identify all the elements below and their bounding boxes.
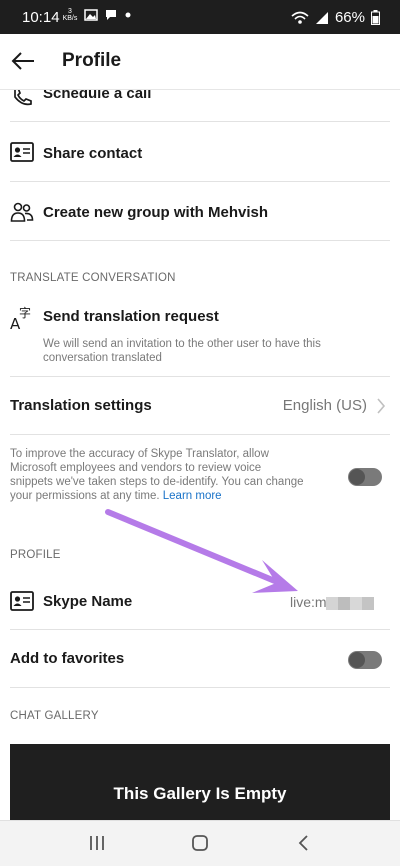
- schedule-call-label: Schedule a call: [43, 90, 152, 102]
- back-arrow-icon[interactable]: [10, 48, 36, 74]
- back-nav-icon[interactable]: [296, 833, 310, 853]
- favorites-toggle[interactable]: [348, 651, 382, 669]
- image-icon: [84, 9, 98, 21]
- home-icon[interactable]: [191, 833, 209, 853]
- network-speed: 3 KB/s: [62, 8, 78, 22]
- app-bar: Profile: [0, 34, 400, 90]
- skype-name-value: live:m: [290, 594, 327, 610]
- send-translation-description: We will send an invitation to the other …: [43, 338, 321, 364]
- section-header-translate: TRANSLATE CONVERSATION: [10, 272, 176, 284]
- chat-icon: [106, 10, 116, 20]
- contact-card-icon: [10, 591, 34, 611]
- redacted-block: [326, 597, 374, 610]
- skype-name-row[interactable]: Skype Name live:m: [10, 571, 390, 630]
- translation-language-value: English (US): [282, 397, 367, 414]
- add-favorites-label: Add to favorites: [10, 650, 125, 667]
- translate-icon: A字: [10, 305, 31, 331]
- share-contact-row[interactable]: Share contact: [10, 123, 390, 182]
- send-translation-row[interactable]: A字 Send translation request We will send…: [10, 295, 390, 377]
- create-group-label: Create new group with Mehvish: [43, 204, 269, 221]
- signal-icon: [315, 11, 328, 24]
- battery-icon: [371, 10, 380, 25]
- add-favorites-row[interactable]: Add to favorites: [10, 630, 390, 688]
- improve-accuracy-text: To improve the accuracy of Skype Transla…: [10, 448, 304, 502]
- translation-settings-label: Translation settings: [10, 397, 152, 414]
- section-header-chat-gallery: CHAT GALLERY: [10, 710, 99, 722]
- recent-apps-icon[interactable]: [88, 833, 106, 853]
- section-header-profile: PROFILE: [10, 549, 61, 561]
- contact-card-icon: [10, 142, 34, 162]
- phone-calendar-icon: [14, 90, 32, 106]
- send-translation-label: Send translation request: [43, 308, 219, 325]
- translation-settings-row[interactable]: Translation settings English (US): [10, 377, 390, 435]
- improve-accuracy-toggle[interactable]: [348, 468, 382, 486]
- gallery-empty-title: This Gallery Is Empty: [113, 784, 287, 803]
- create-group-row[interactable]: Create new group with Mehvish: [10, 182, 390, 241]
- svg-text:字: 字: [19, 305, 31, 320]
- chevron-right-icon: [377, 398, 386, 414]
- wifi-icon: [291, 11, 309, 24]
- battery-percent: 66%: [334, 9, 365, 26]
- system-nav-bar: [0, 820, 400, 866]
- status-bar: 10:14 3 KB/s 66%: [0, 0, 400, 34]
- schedule-call-row[interactable]: Schedule a call: [10, 90, 390, 122]
- people-icon: [10, 202, 34, 222]
- dot-icon: [125, 12, 131, 18]
- skype-name-label: Skype Name: [43, 593, 133, 610]
- status-time: 10:14: [22, 9, 60, 26]
- share-contact-label: Share contact: [43, 145, 143, 162]
- page-title: Profile: [62, 50, 122, 71]
- profile-content[interactable]: Schedule a call Share contact Create new…: [0, 90, 400, 820]
- learn-more-link[interactable]: Learn more: [163, 490, 222, 502]
- chat-gallery-panel: This Gallery Is Empty: [10, 744, 390, 820]
